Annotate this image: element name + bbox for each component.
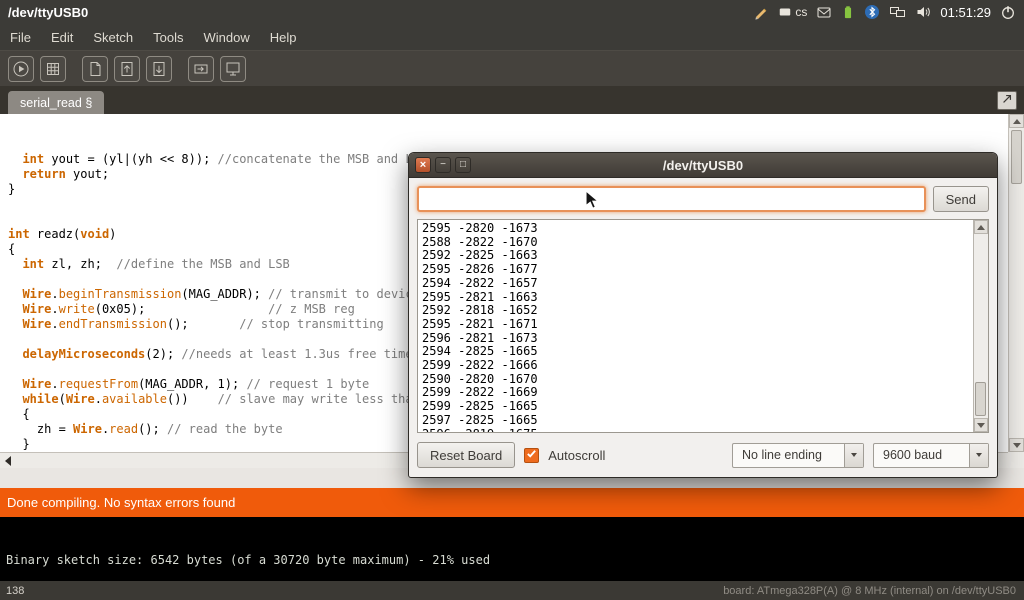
menu-help[interactable]: Help [260, 24, 307, 50]
console-text: Binary sketch size: 6542 bytes (of a 307… [6, 553, 490, 567]
serial-monitor-controls: Reset Board Autoscroll No line ending 96… [417, 441, 989, 469]
send-button[interactable]: Send [933, 186, 989, 212]
verify-icon [12, 60, 30, 78]
tab-menu-button[interactable] [997, 91, 1017, 110]
status-message: Done compiling. No syntax errors found [7, 495, 235, 510]
serial-input[interactable] [417, 186, 926, 212]
power-icon[interactable] [1000, 4, 1016, 20]
menu-tools[interactable]: Tools [143, 24, 193, 50]
upload-icon [192, 60, 210, 78]
upload-button[interactable] [188, 56, 214, 82]
chevron-down-icon[interactable] [969, 444, 988, 467]
checkmark-icon [526, 446, 537, 464]
dialog-titlebar[interactable]: × − □ /dev/ttyUSB0 [409, 153, 997, 178]
keyboard-layout-icon[interactable]: cs [778, 5, 807, 19]
network-icon[interactable] [889, 4, 906, 20]
serial-output[interactable]: 2595 -2820 -1673 2588 -2822 -1670 2592 -… [418, 220, 973, 432]
new-sketch-icon [86, 60, 104, 78]
maximize-icon: □ [460, 160, 466, 170]
autoscroll-label: Autoscroll [548, 448, 605, 463]
minimize-button[interactable]: − [435, 157, 451, 173]
serial-scroll-down-icon[interactable] [974, 418, 988, 432]
tab-strip: serial_read § [0, 86, 1024, 114]
serial-monitor-button[interactable] [220, 56, 246, 82]
window-controls: × − □ [409, 157, 471, 173]
menu-edit[interactable]: Edit [41, 24, 83, 50]
clock[interactable]: 01:51:29 [940, 5, 991, 20]
menubar: File Edit Sketch Tools Window Help [0, 24, 1024, 50]
line-number: 138 [0, 585, 24, 597]
verify-button[interactable] [8, 56, 34, 82]
serial-output-area[interactable]: 2595 -2820 -1673 2588 -2822 -1670 2592 -… [417, 219, 989, 433]
menu-window[interactable]: Window [193, 24, 259, 50]
serial-monitor-window: × − □ /dev/ttyUSB0 Send 2595 -2820 -1673… [408, 152, 998, 478]
serial-scroll-up-icon[interactable] [974, 220, 988, 234]
desktop: /dev/ttyUSB0 cs 01:51:29 File Edit Sketc… [0, 0, 1024, 600]
window-title: /dev/ttyUSB0 [0, 5, 88, 20]
bluetooth-icon[interactable] [864, 4, 880, 20]
baud-rate-value: 9600 baud [874, 448, 969, 462]
editor-vscroll-thumb[interactable] [1011, 130, 1022, 184]
battery-icon[interactable] [841, 4, 855, 20]
open-icon [118, 60, 136, 78]
editor-vertical-scrollbar[interactable] [1008, 114, 1024, 452]
toolbar [0, 50, 1024, 86]
pencil-icon[interactable] [753, 4, 769, 20]
serial-scroll-thumb[interactable] [975, 382, 986, 416]
keyboard-layout-label: cs [795, 5, 807, 19]
footer: 138 board: ATmega328P(A) @ 8 MHz (intern… [0, 581, 1024, 600]
reset-board-button[interactable]: Reset Board [417, 442, 515, 468]
autoscroll-checkbox[interactable] [524, 448, 539, 463]
tab-menu-icon [1001, 92, 1013, 110]
menu-sketch[interactable]: Sketch [83, 24, 143, 50]
line-ending-select[interactable]: No line ending [732, 443, 864, 468]
serial-input-row: Send [409, 178, 997, 212]
open-button[interactable] [114, 56, 140, 82]
close-button[interactable]: × [415, 157, 431, 173]
save-button[interactable] [146, 56, 172, 82]
stop-button[interactable] [40, 56, 66, 82]
scroll-down-icon[interactable] [1009, 438, 1024, 452]
console: Binary sketch size: 6542 bytes (of a 307… [0, 517, 1024, 581]
save-icon [150, 60, 168, 78]
serial-scrollbar[interactable] [973, 220, 988, 432]
dialog-title: /dev/ttyUSB0 [409, 158, 997, 173]
serial-monitor-icon [224, 60, 242, 78]
baud-rate-select[interactable]: 9600 baud [873, 443, 989, 468]
board-info: board: ATmega328P(A) @ 8 MHz (internal) … [723, 585, 1024, 597]
system-tray: cs 01:51:29 [753, 4, 1024, 20]
top-panel: /dev/ttyUSB0 cs 01:51:29 [0, 0, 1024, 24]
scroll-up-icon[interactable] [1009, 114, 1024, 128]
status-bar: Done compiling. No syntax errors found [0, 488, 1024, 517]
mail-icon[interactable] [816, 4, 832, 20]
close-icon: × [420, 160, 426, 171]
volume-icon[interactable] [915, 4, 931, 20]
new-sketch-button[interactable] [82, 56, 108, 82]
stop-icon [44, 60, 62, 78]
tab-serial-read[interactable]: serial_read § [8, 91, 104, 114]
maximize-button[interactable]: □ [455, 157, 471, 173]
chevron-down-icon[interactable] [844, 444, 863, 467]
scroll-left-icon[interactable] [5, 456, 11, 466]
line-ending-value: No line ending [733, 448, 844, 462]
menu-file[interactable]: File [0, 24, 41, 50]
minimize-icon: − [440, 160, 446, 170]
